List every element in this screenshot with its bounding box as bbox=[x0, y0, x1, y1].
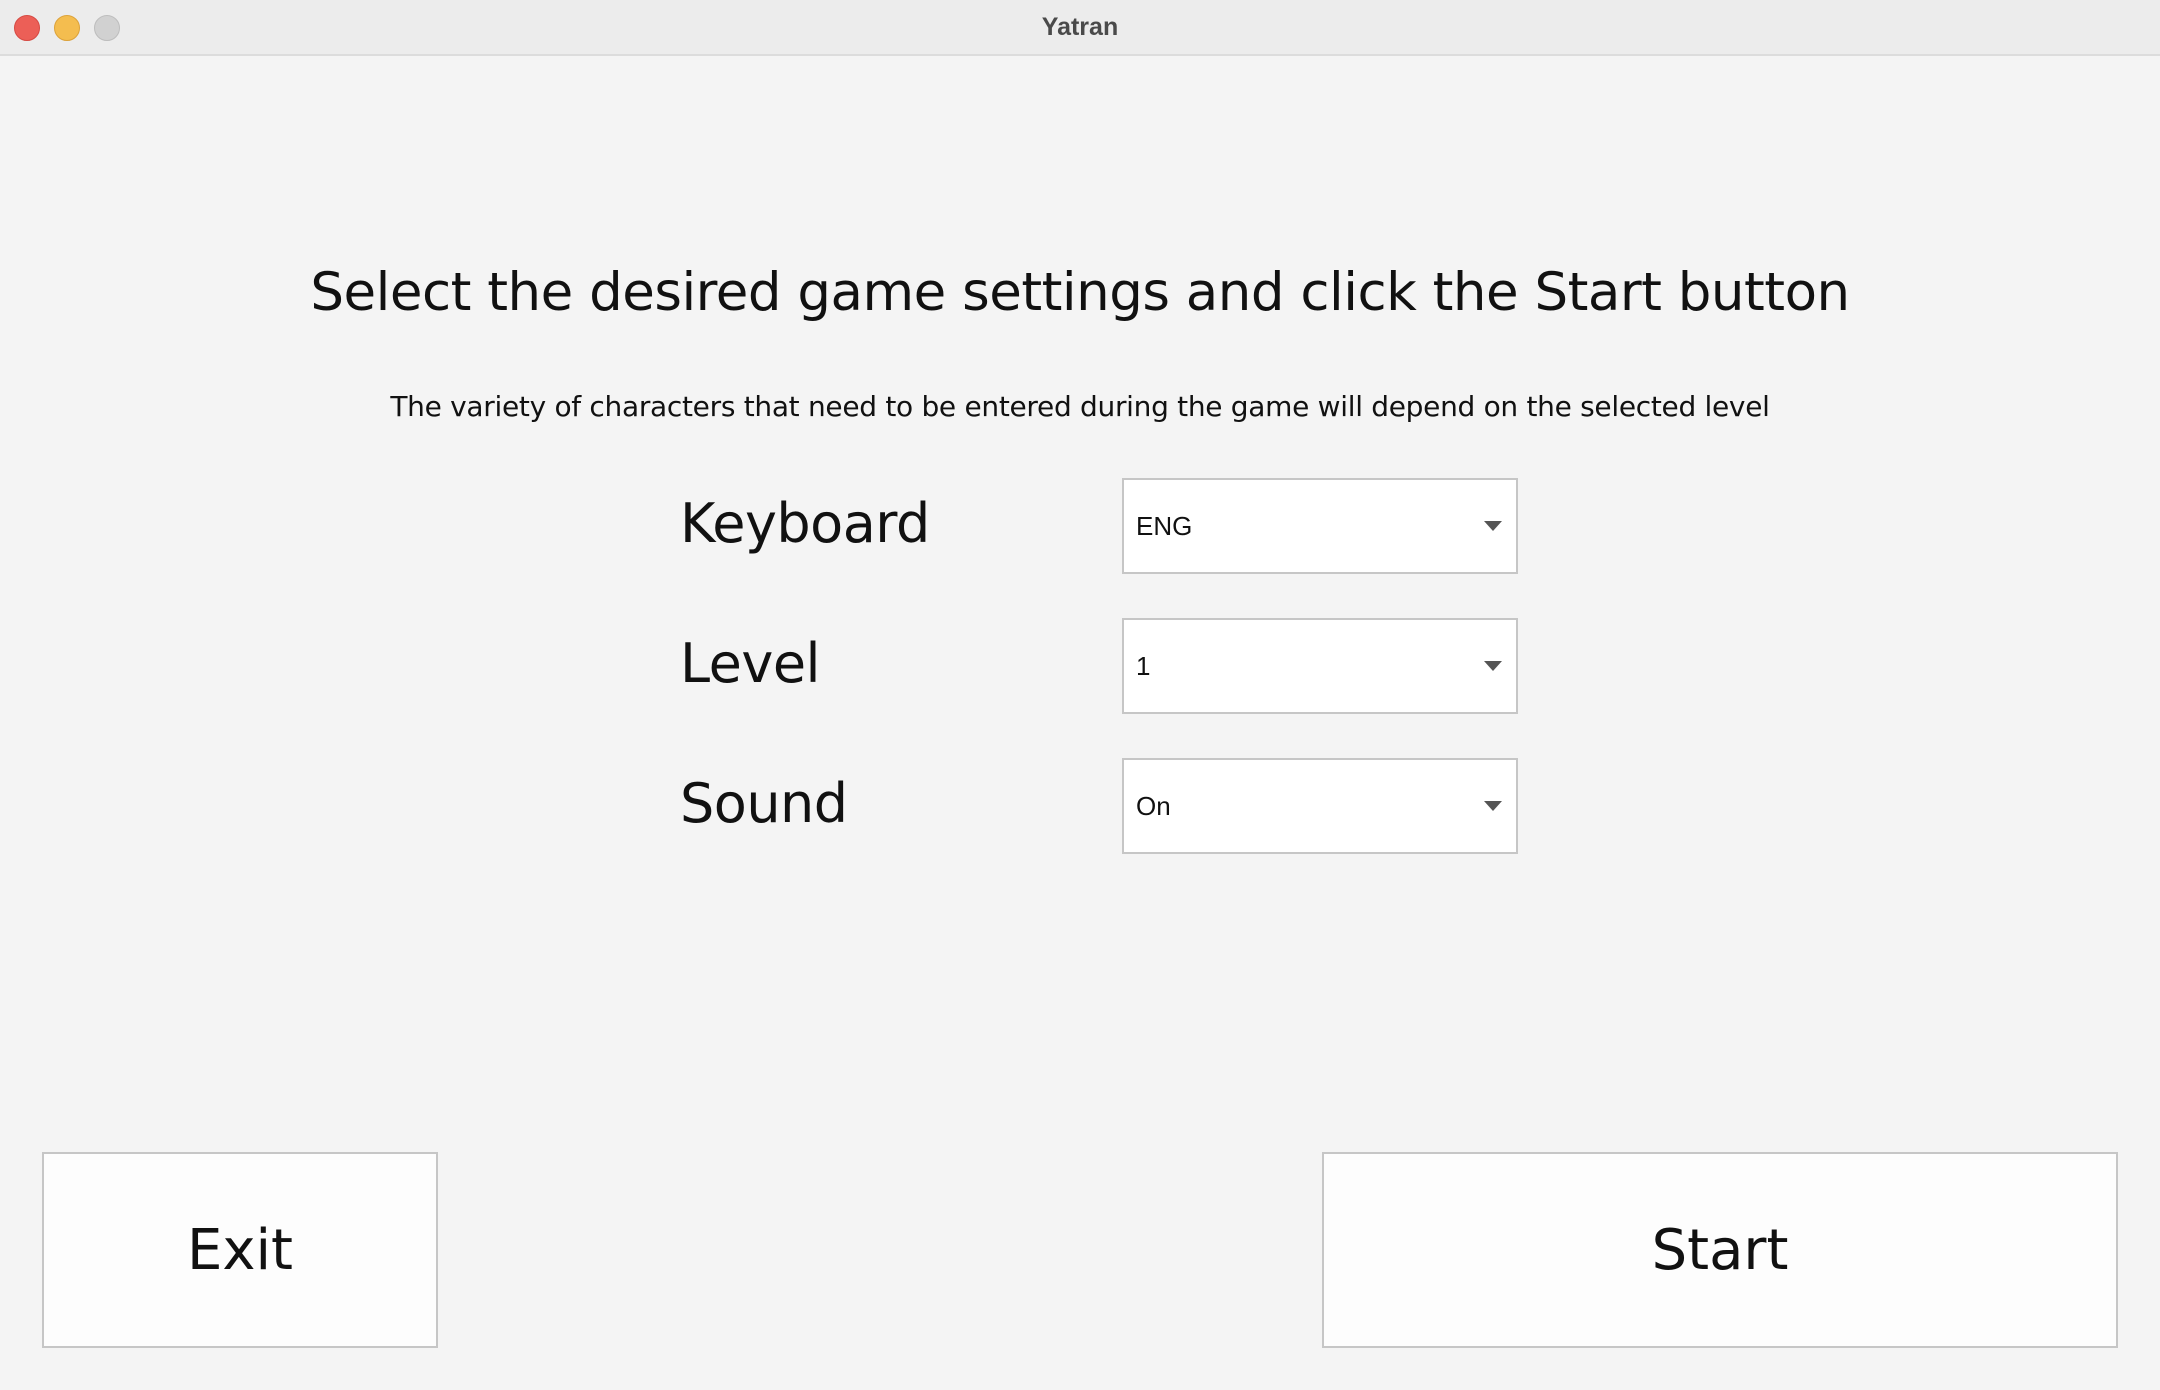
chevron-down-icon bbox=[1484, 661, 1502, 671]
keyboard-select[interactable]: ENG bbox=[1122, 478, 1518, 574]
chevron-down-icon bbox=[1484, 521, 1502, 531]
keyboard-label: Keyboard bbox=[680, 492, 930, 555]
keyboard-select-value: ENG bbox=[1136, 511, 1193, 541]
exit-button[interactable]: Exit bbox=[42, 1152, 438, 1348]
window-title: Yatran bbox=[1041, 13, 1119, 41]
sound-select-value: On bbox=[1136, 791, 1171, 821]
sound-select[interactable]: On bbox=[1122, 758, 1518, 854]
page-subheading: The variety of characters that need to b… bbox=[390, 390, 1770, 423]
sound-label: Sound bbox=[680, 772, 848, 835]
chevron-down-icon bbox=[1484, 801, 1502, 811]
level-label: Level bbox=[680, 632, 821, 695]
page-heading: Select the desired game settings and cli… bbox=[310, 262, 1850, 323]
title-bar: Yatran bbox=[0, 0, 2160, 56]
level-select[interactable]: 1 bbox=[1122, 618, 1518, 714]
level-select-value: 1 bbox=[1136, 651, 1151, 681]
app-window: Yatran Select the desired game settings … bbox=[0, 0, 2160, 1390]
start-button[interactable]: Start bbox=[1322, 1152, 2118, 1348]
